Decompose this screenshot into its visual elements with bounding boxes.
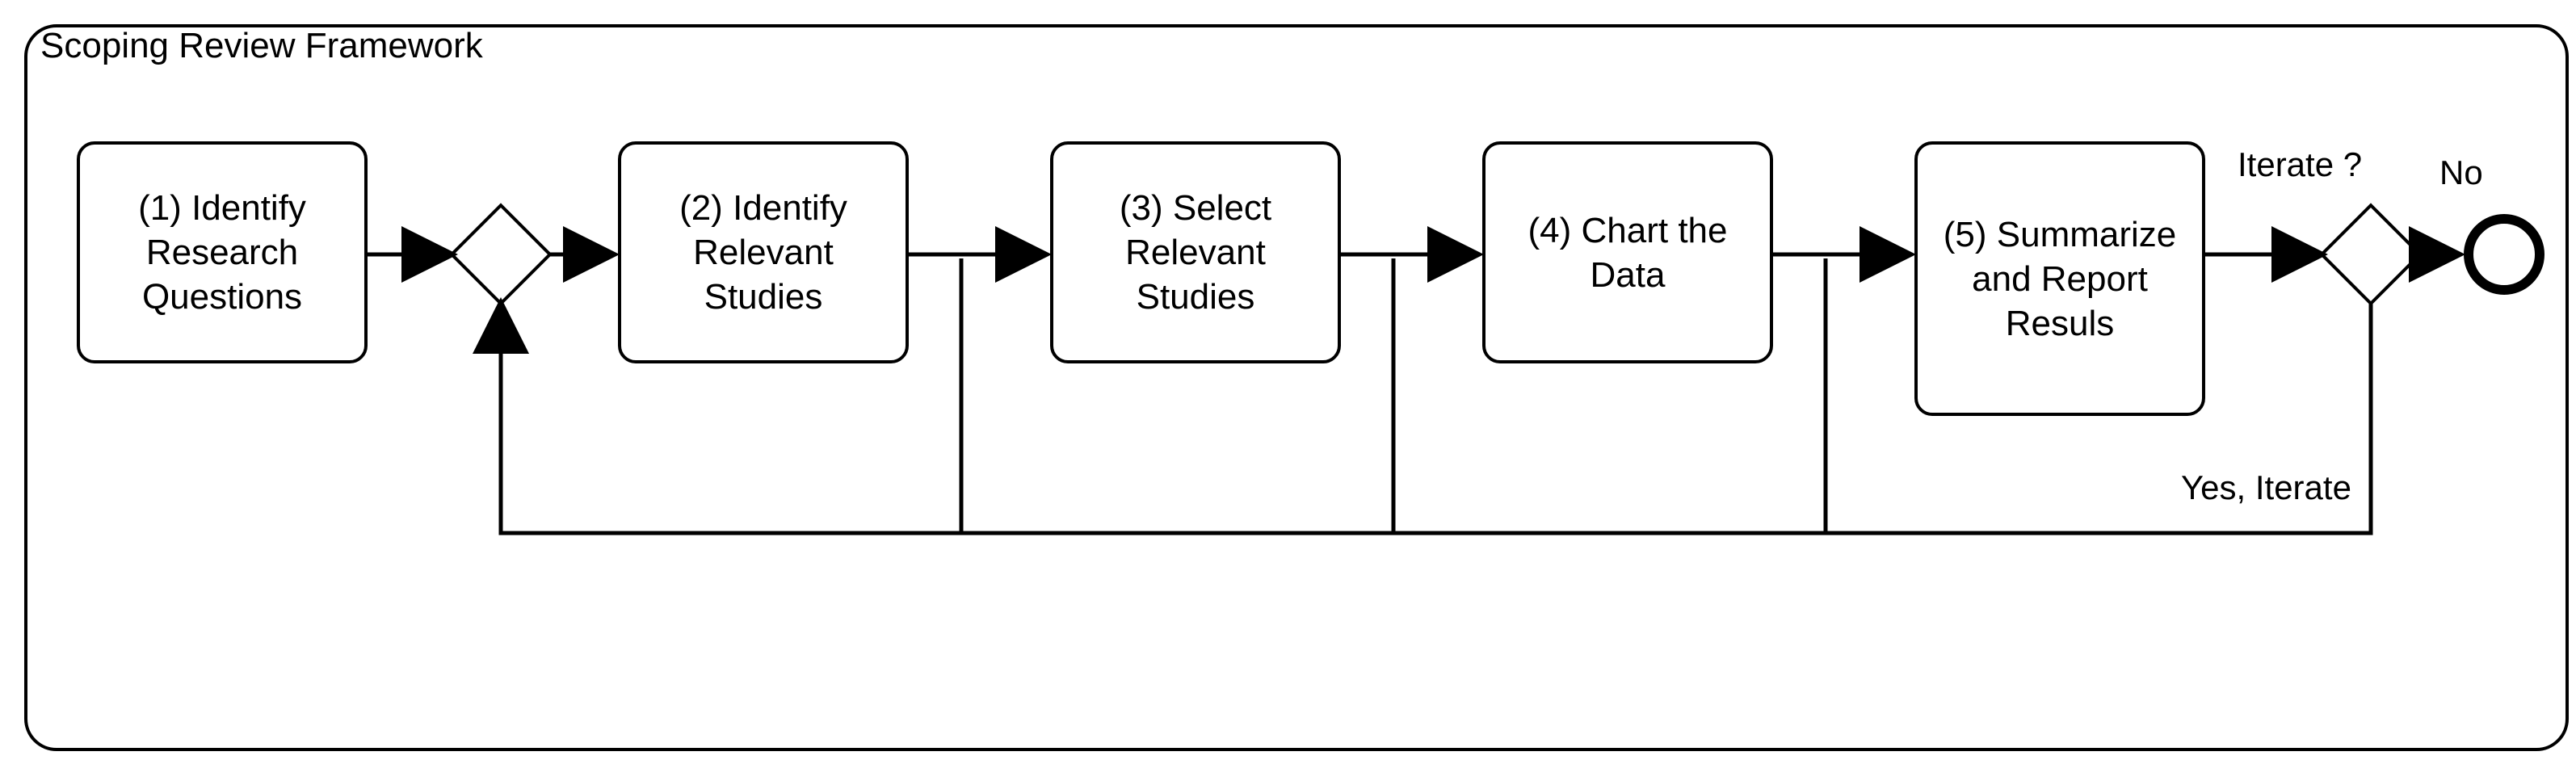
task-summarize-report: (5) Summarize and Report Resuls	[1914, 141, 2205, 416]
task-chart-the-data: (4) Chart the Data	[1482, 141, 1773, 363]
label-iterate-question: Iterate ?	[2238, 145, 2362, 184]
pool-title: Scoping Review Framework	[40, 26, 483, 66]
label-yes-iterate: Yes, Iterate	[2181, 468, 2351, 507]
task-select-relevant-studies: (3) Select Relevant Studies	[1050, 141, 1341, 363]
task-identify-relevant-studies: (2) Identify Relevant Studies	[618, 141, 909, 363]
diagram-container: Scoping Review Framework (1) Identify Re…	[16, 16, 2576, 765]
task-identify-research-questions: (1) Identify Research Questions	[77, 141, 368, 363]
label-no: No	[2439, 153, 2483, 192]
end-event	[2464, 214, 2544, 295]
